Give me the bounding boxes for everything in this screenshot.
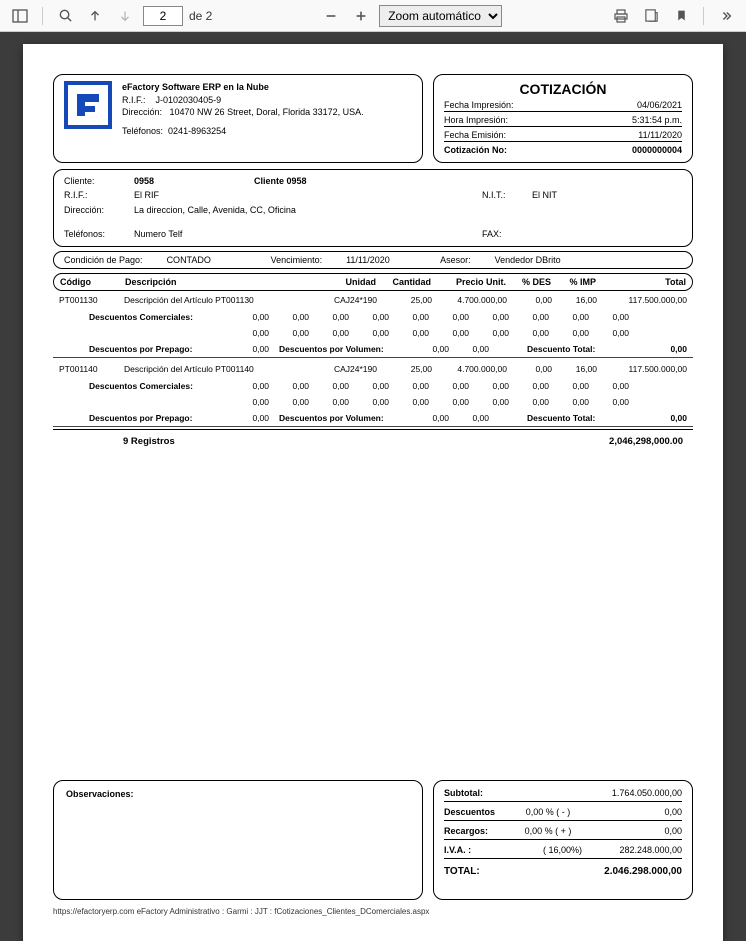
prev-page-icon[interactable] <box>83 4 107 28</box>
discount-commercial-row: Descuentos Comerciales:0,000,000,000,000… <box>53 378 693 394</box>
download-icon[interactable] <box>639 4 663 28</box>
pdf-viewer[interactable]: eFactory Software ERP en la Nube R.I.F.:… <box>0 32 746 941</box>
summary-row: 9 Registros 2,046,298,000.00 <box>53 430 693 453</box>
discount-commercial-row: 0,000,000,000,000,000,000,000,000,000,00 <box>53 394 693 410</box>
observations-box: Observaciones: <box>53 780 423 900</box>
zoom-in-icon[interactable] <box>349 4 373 28</box>
zoom-select[interactable]: Zoom automático <box>379 5 502 27</box>
table-row: PT001140Descripción del Artículo PT00114… <box>53 360 693 378</box>
conditions-box: Condición de Pago: CONTADO Vencimiento: … <box>53 251 693 269</box>
meta-box: COTIZACIÓN Fecha Impresión:04/06/2021 Ho… <box>433 74 693 163</box>
page-count-label: de 2 <box>189 9 212 23</box>
discount-commercial-row: Descuentos Comerciales:0,000,000,000,000… <box>53 309 693 325</box>
table-row: PT001130Descripción del Artículo PT00113… <box>53 291 693 309</box>
more-tools-icon[interactable] <box>714 4 738 28</box>
company-logo <box>64 81 112 129</box>
company-box: eFactory Software ERP en la Nube R.I.F.:… <box>53 74 423 163</box>
page-number-input[interactable] <box>143 6 183 26</box>
discount-summary-row: Descuentos por Prepago:0,00Descuentos po… <box>53 341 693 358</box>
discount-commercial-row: 0,000,000,000,000,000,000,000,000,000,00 <box>53 325 693 341</box>
print-icon[interactable] <box>609 4 633 28</box>
bookmark-icon[interactable] <box>669 4 693 28</box>
zoom-out-icon[interactable] <box>319 4 343 28</box>
pdf-toolbar: de 2 Zoom automático <box>0 0 746 32</box>
totals-box: Subtotal:1.764.050.000,00 Descuentos0,00… <box>433 780 693 900</box>
company-name: eFactory Software ERP en la Nube <box>122 82 269 92</box>
table-header: Código Descripción Unidad Cantidad Preci… <box>53 273 693 291</box>
next-page-icon[interactable] <box>113 4 137 28</box>
discount-summary-row: Descuentos por Prepago:0,00Descuentos po… <box>53 410 693 427</box>
sidebar-toggle-icon[interactable] <box>8 4 32 28</box>
lines-container: PT001130Descripción del Artículo PT00113… <box>53 291 693 427</box>
client-box: Cliente: 0958 Cliente 0958 R.I.F.:El RIF… <box>53 169 693 247</box>
search-icon[interactable] <box>53 4 77 28</box>
doc-title: COTIZACIÓN <box>444 81 682 97</box>
page-footer: https://efactoryerp.com eFactory Adminis… <box>53 907 693 916</box>
pdf-page: eFactory Software ERP en la Nube R.I.F.:… <box>23 44 723 941</box>
